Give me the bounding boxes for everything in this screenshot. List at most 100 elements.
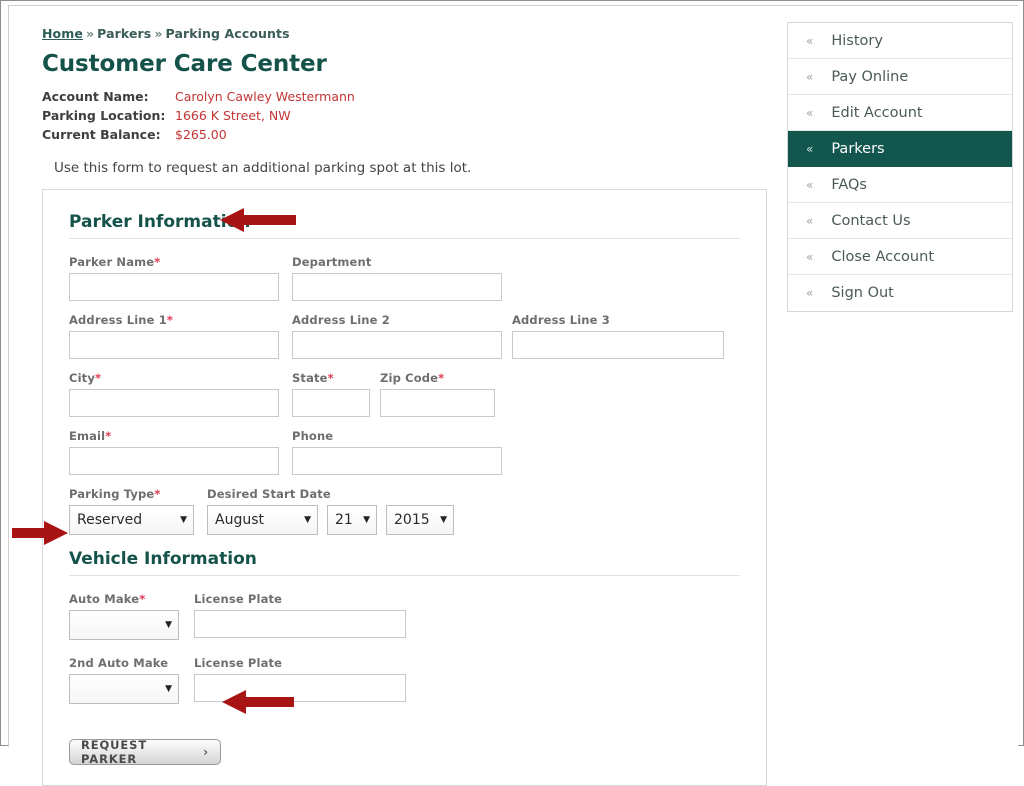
email-input[interactable] (69, 447, 279, 475)
account-row-location: Parking Location: 1666 K Street, NW (42, 108, 355, 127)
field-phone: Phone (292, 429, 502, 475)
submit-row: REQUEST PARKER › (69, 734, 740, 766)
sidebar-item-close-account[interactable]: « Close Account (788, 239, 1012, 275)
page-inner-frame: Home» Parkers» Parking Accounts Customer C… (8, 5, 1018, 786)
page-frame: Home» Parkers» Parking Accounts Customer C… (0, 0, 1024, 786)
field-license-plate-2: License Plate (194, 656, 406, 708)
parker-request-form: Parker Information Parker Name* Departme… (42, 189, 767, 786)
sidebar-item-edit-account[interactable]: « Edit Account (788, 95, 1012, 131)
license-plate-2-label: License Plate (194, 656, 283, 670)
breadcrumb-separator-1: » (85, 26, 95, 41)
sidebar-item-parkers[interactable]: « Parkers (788, 131, 1012, 167)
required-asterisk: * (166, 313, 174, 327)
sidebar-item-sign-out[interactable]: « Sign Out (788, 275, 1012, 311)
start-year-select[interactable]: 2015 (386, 505, 454, 535)
auto-make-2-select-wrap: ▼ (69, 674, 179, 704)
parker-name-input[interactable] (69, 273, 279, 301)
breadcrumb-separator-2: » (154, 26, 163, 41)
main-content: Home» Parkers» Parking Accounts Customer C… (42, 26, 768, 786)
address-line-2-label: Address Line 2 (292, 313, 390, 327)
required-asterisk: * (105, 429, 112, 443)
breadcrumb-home-link[interactable]: Home (42, 26, 83, 41)
double-chevron-left-icon: « (806, 33, 814, 48)
parking-location-label: Parking Location: (42, 108, 166, 123)
state-input[interactable] (292, 389, 370, 417)
field-address-line-2: Address Line 2 (292, 313, 502, 359)
department-input[interactable] (292, 273, 502, 301)
sidebar-item-pay-online[interactable]: « Pay Online (788, 59, 1012, 95)
account-nav-sidebar: « History « Pay Online « Edit Account « … (787, 22, 1013, 312)
sidebar-item-label: Close Account (831, 248, 934, 265)
required-asterisk: * (327, 371, 334, 385)
sidebar-item-label: FAQs (831, 176, 867, 193)
license-plate-1-label: License Plate (194, 592, 283, 606)
parker-name-label: Parker Name* (69, 255, 161, 269)
double-chevron-left-icon: « (806, 286, 814, 300)
start-month-select-wrap: August ▼ (207, 505, 318, 535)
parking-type-select-wrap: Reserved ▼ (69, 505, 194, 535)
request-parker-button[interactable]: REQUEST PARKER › (69, 738, 221, 766)
sidebar-item-faqs[interactable]: « FAQs (788, 167, 1012, 203)
parker-section-divider (69, 238, 740, 239)
field-parker-name: Parker Name* (69, 255, 279, 301)
field-row-type-date: Parking Type* Reserved ▼ Desired Start D… (69, 487, 740, 535)
sidebar-item-contact-us[interactable]: « Contact Us (788, 203, 1012, 239)
desired-start-date-label: Desired Start Date (207, 487, 331, 501)
field-address-line-3: Address Line 3 (512, 313, 724, 359)
chevron-right-icon: › (203, 745, 209, 759)
city-input[interactable] (69, 389, 279, 417)
address-line-3-input[interactable] (512, 331, 724, 359)
auto-make-2-label: 2nd Auto Make (69, 656, 169, 670)
phone-label: Phone (292, 429, 334, 443)
department-label: Department (292, 255, 372, 269)
required-asterisk: * (154, 487, 161, 501)
start-month-select[interactable]: August (207, 505, 318, 535)
breadcrumb-parking-accounts: Parking Accounts (165, 26, 290, 41)
field-zip-code: Zip Code* (380, 371, 495, 417)
auto-make-select[interactable] (69, 610, 179, 640)
auto-make-2-select[interactable] (69, 674, 179, 704)
field-license-plate-1: License Plate (194, 592, 406, 644)
account-name-label: Account Name: (42, 89, 149, 104)
address-line-3-label: Address Line 3 (512, 313, 610, 327)
required-asterisk: * (94, 371, 102, 385)
required-asterisk: * (438, 371, 445, 385)
field-city: City* (69, 371, 279, 417)
double-chevron-left-icon: « (806, 69, 814, 84)
required-asterisk: * (139, 592, 146, 606)
field-department: Department (292, 255, 502, 301)
sidebar-item-label: Edit Account (831, 104, 923, 121)
parking-type-label: Parking Type* (69, 487, 161, 501)
auto-make-select-wrap: ▼ (69, 610, 179, 640)
field-row-name-department: Parker Name* Department (69, 255, 740, 301)
start-day-select[interactable]: 21 (327, 505, 377, 535)
sidebar-item-history[interactable]: « History (788, 23, 1012, 59)
parking-location-value: 1666 K Street, NW (175, 108, 291, 123)
field-auto-make: Auto Make* ▼ (69, 592, 179, 644)
license-plate-1-input[interactable] (194, 610, 406, 638)
address-line-1-input[interactable] (69, 331, 279, 359)
parker-information-heading: Parker Information (69, 212, 251, 232)
address-line-2-input[interactable] (292, 331, 502, 359)
field-row-auto-make-1: Auto Make* ▼ License Plate (69, 592, 740, 644)
account-summary: Account Name: Carolyn Cawley Westermann … (42, 89, 355, 146)
license-plate-2-input[interactable] (194, 674, 406, 702)
sidebar-item-label: Sign Out (831, 285, 894, 301)
double-chevron-left-icon: « (806, 141, 814, 156)
double-chevron-left-icon: « (806, 177, 814, 192)
sidebar-item-label: Parkers (831, 140, 885, 157)
field-row-auto-make-2: 2nd Auto Make ▼ License Plate (69, 656, 740, 708)
zip-code-label: Zip Code* (380, 371, 445, 385)
state-label: State* (292, 371, 334, 385)
start-day-select-wrap: 21 ▼ (327, 505, 377, 535)
field-row-email-phone: Email* Phone (69, 429, 740, 475)
sidebar-item-label: Pay Online (831, 68, 909, 85)
breadcrumb: Home» Parkers» Parking Accounts (42, 26, 768, 41)
start-year-select-wrap: 2015 ▼ (386, 505, 454, 535)
zip-code-input[interactable] (380, 389, 495, 417)
address-line-1-label: Address Line 1* (69, 313, 174, 327)
parking-type-select[interactable]: Reserved (69, 505, 194, 535)
breadcrumb-parkers[interactable]: Parkers (97, 26, 151, 41)
phone-input[interactable] (292, 447, 502, 475)
sidebar-item-label: Contact Us (831, 212, 911, 229)
